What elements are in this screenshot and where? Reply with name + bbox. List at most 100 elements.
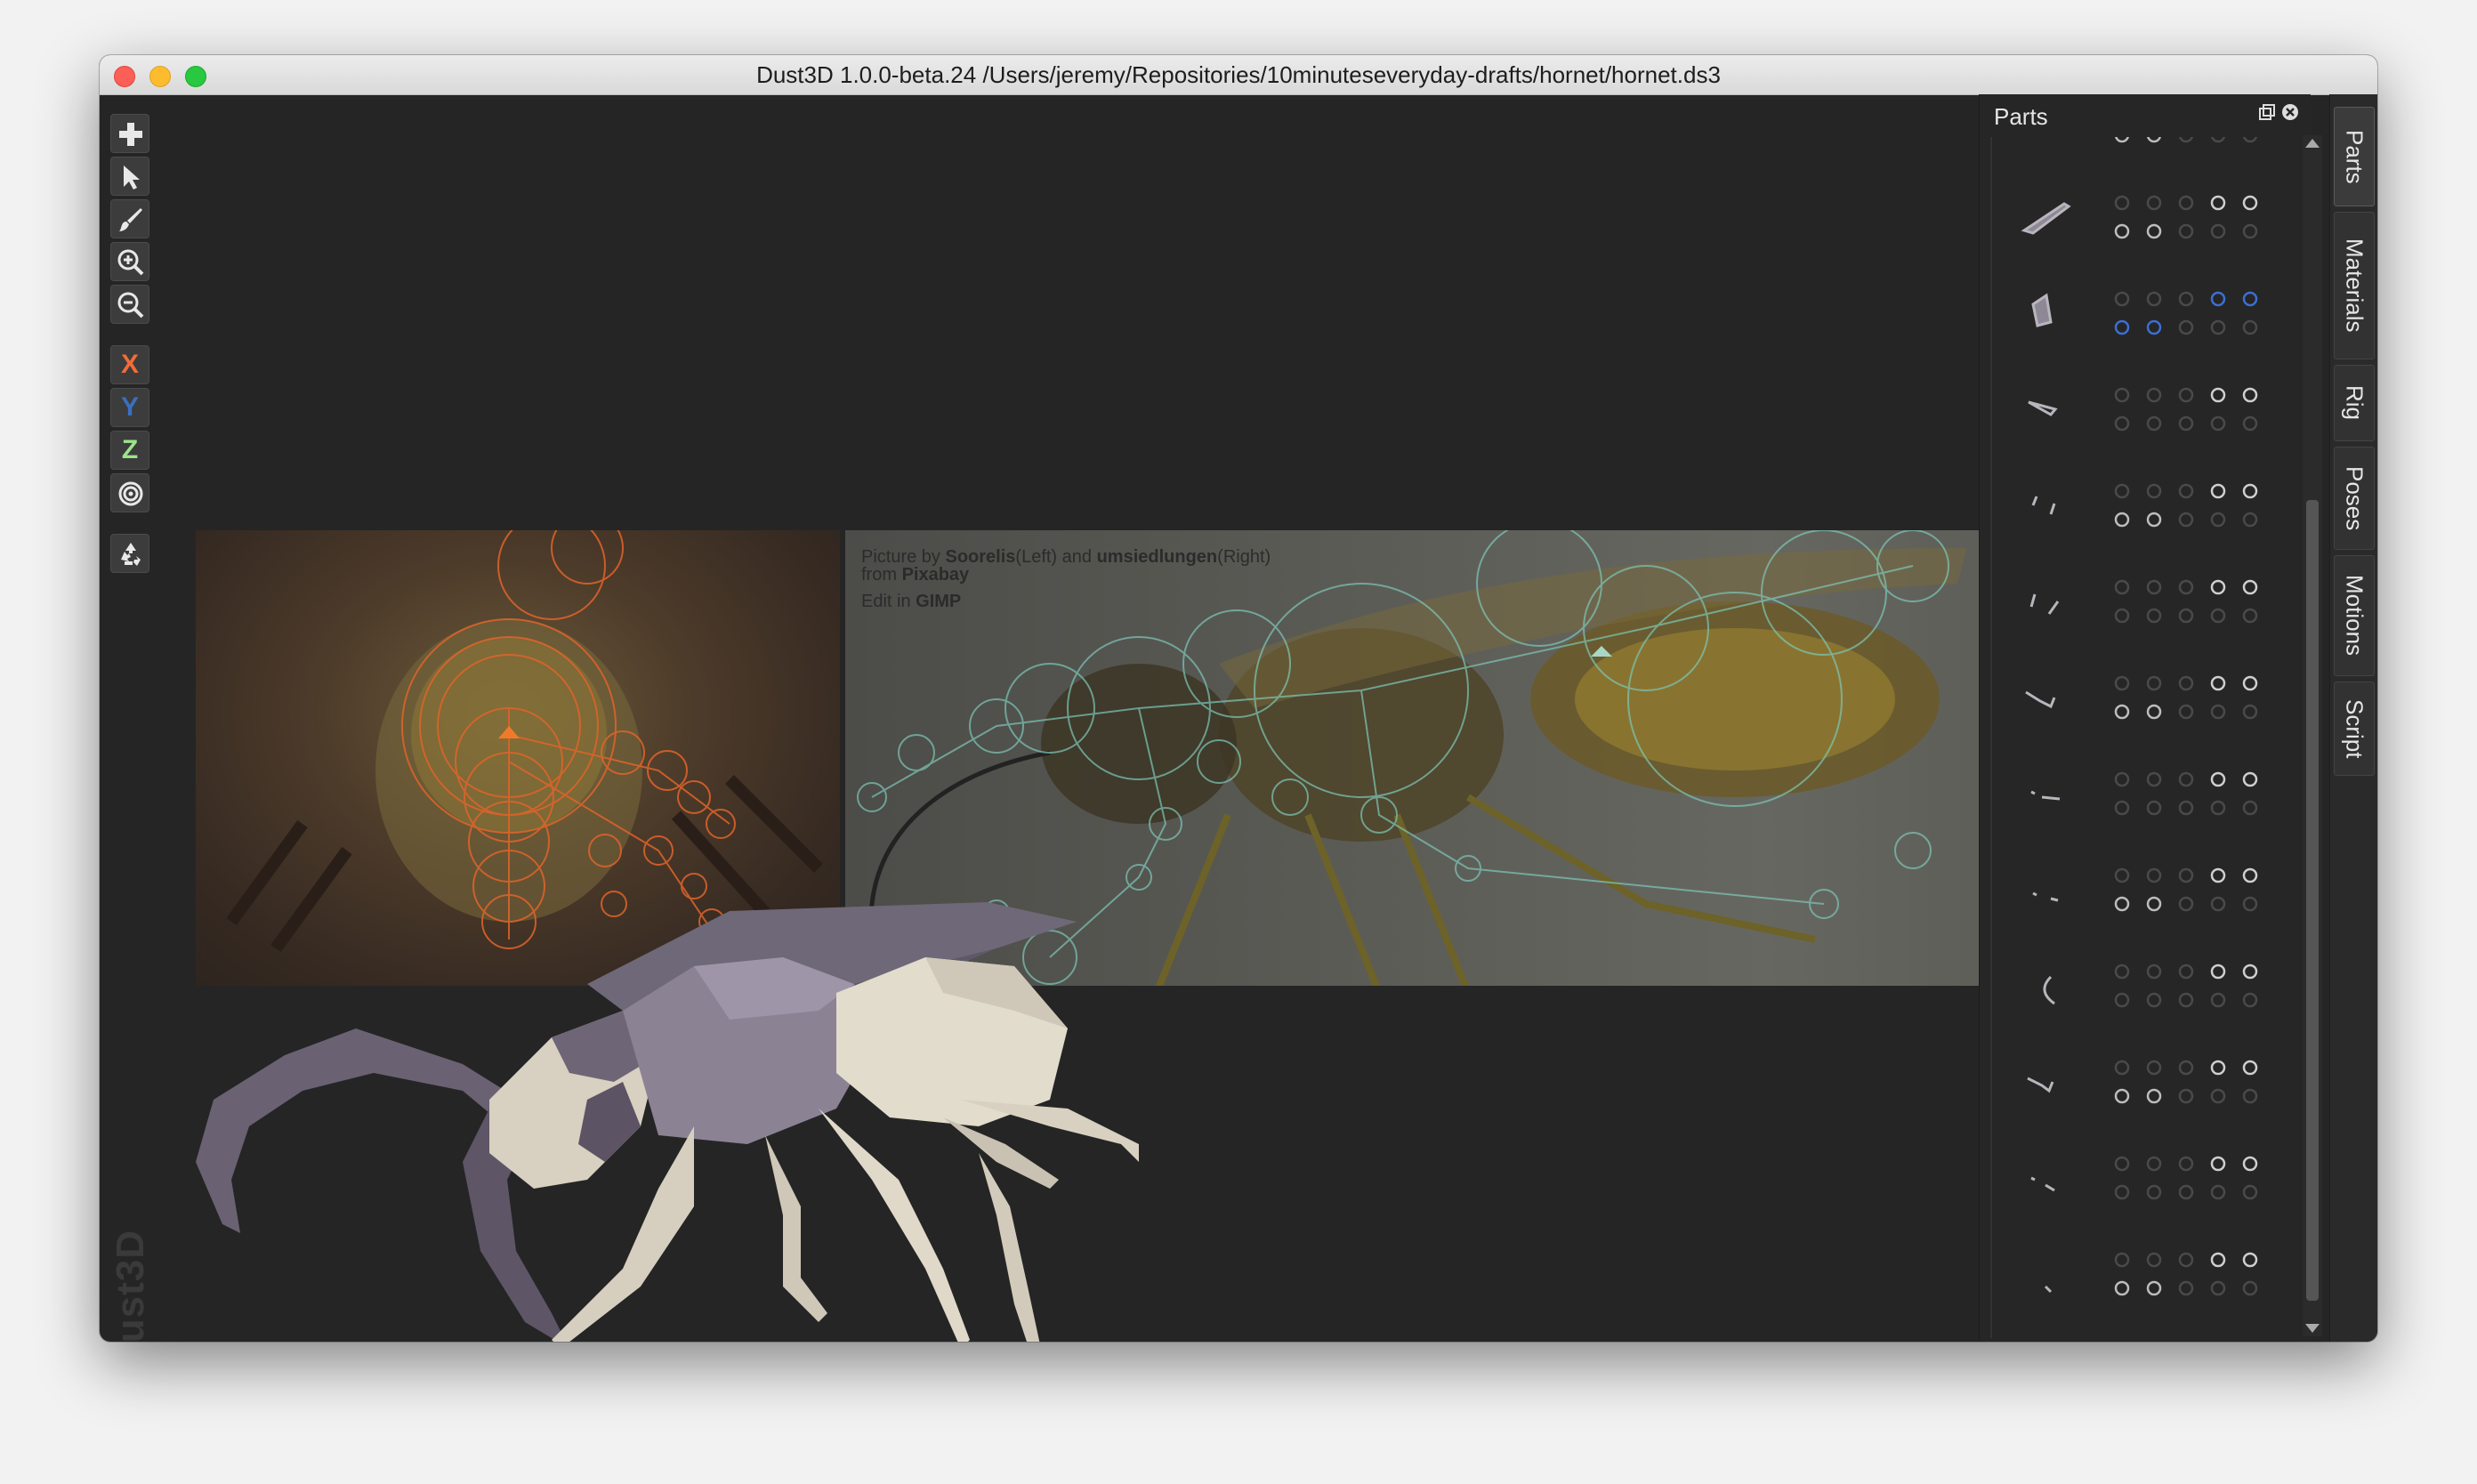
rotate-icon[interactable] [2209,415,2227,432]
rotate-icon[interactable] [2209,895,2227,913]
color-picker-icon[interactable] [2241,770,2259,788]
tab-parts[interactable]: Parts [2334,107,2375,206]
subdivide-icon[interactable] [2113,1087,2131,1105]
magnet-icon[interactable] [2145,703,2163,721]
chamfer-icon[interactable] [2241,703,2259,721]
scroll-down-arrow[interactable] [2305,1324,2320,1333]
part-row[interactable] [2015,178,2282,274]
lock-icon[interactable] [2145,386,2163,404]
zoom-in-button[interactable] [110,242,149,281]
part-row[interactable] [2015,562,2282,658]
color-picker-icon[interactable] [2241,963,2259,980]
magnet-icon[interactable] [2145,137,2163,144]
part-row[interactable] [2015,466,2282,562]
lock-icon[interactable] [2145,770,2163,788]
chamfer-icon[interactable] [2241,319,2259,336]
link-icon[interactable] [2177,674,2195,692]
link-icon[interactable] [2177,482,2195,500]
rotate-icon[interactable] [2209,222,2227,240]
subdivide-icon[interactable] [2113,799,2131,817]
z-axis-lock-button[interactable]: Z [110,431,149,470]
tab-motions[interactable]: Motions [2334,555,2375,676]
link-icon[interactable] [2177,578,2195,596]
radial-lock-button[interactable] [110,473,149,512]
balance-icon[interactable] [2209,770,2227,788]
lock-icon[interactable] [2145,194,2163,212]
link-icon[interactable] [2177,1155,2195,1173]
visible-icon[interactable] [2113,386,2131,404]
link-icon[interactable] [2177,867,2195,884]
float-window-button[interactable] [2257,103,2277,123]
visible-icon[interactable] [2113,867,2131,884]
color-picker-icon[interactable] [2241,867,2259,884]
magnet-icon[interactable] [2145,415,2163,432]
balance-icon[interactable] [2209,290,2227,308]
color-picker-icon[interactable] [2241,290,2259,308]
balance-icon[interactable] [2209,1155,2227,1173]
lock-icon[interactable] [2145,867,2163,884]
visible-icon[interactable] [2113,1155,2131,1173]
balance-icon[interactable] [2209,963,2227,980]
color-picker-icon[interactable] [2241,578,2259,596]
balance-icon[interactable] [2209,194,2227,212]
paint-tool-button[interactable] [110,199,149,238]
chamfer-icon[interactable] [2241,799,2259,817]
balance-icon[interactable] [2209,867,2227,884]
part-row[interactable] [2015,947,2282,1043]
lock-icon[interactable] [2145,674,2163,692]
subdivide-icon[interactable] [2113,1279,2131,1297]
tab-rig[interactable]: Rig [2334,365,2375,441]
link-icon[interactable] [2177,1059,2195,1077]
chamfer-icon[interactable] [2241,222,2259,240]
tab-poses[interactable]: Poses [2334,447,2375,550]
chamfer-icon[interactable] [2241,1183,2259,1201]
subdivide-icon[interactable] [2113,991,2131,1009]
magnet-icon[interactable] [2145,1087,2163,1105]
color-picker-icon[interactable] [2241,386,2259,404]
scissors-icon[interactable] [2177,1279,2195,1297]
part-row[interactable] [2015,754,2282,851]
subdivide-icon[interactable] [2113,607,2131,625]
scissors-icon[interactable] [2177,895,2195,913]
chamfer-icon[interactable] [2241,991,2259,1009]
part-row[interactable] [2015,1043,2282,1139]
magnet-icon[interactable] [2145,511,2163,528]
color-picker-icon[interactable] [2241,194,2259,212]
tab-script[interactable]: Script [2334,682,2375,776]
color-picker-icon[interactable] [2241,1251,2259,1269]
lock-icon[interactable] [2145,578,2163,596]
regenerate-button[interactable] [110,534,149,573]
chamfer-icon[interactable] [2241,137,2259,144]
balance-icon[interactable] [2209,1059,2227,1077]
magnet-icon[interactable] [2145,1279,2163,1297]
magnet-icon[interactable] [2145,895,2163,913]
link-icon[interactable] [2177,1251,2195,1269]
color-picker-icon[interactable] [2241,1155,2259,1173]
chamfer-icon[interactable] [2241,1087,2259,1105]
rotate-icon[interactable] [2209,703,2227,721]
scroll-up-arrow[interactable] [2305,139,2320,148]
rotate-icon[interactable] [2209,799,2227,817]
subdivide-icon[interactable] [2113,222,2131,240]
link-icon[interactable] [2177,963,2195,980]
scissors-icon[interactable] [2177,607,2195,625]
scissors-icon[interactable] [2177,1183,2195,1201]
magnet-icon[interactable] [2145,991,2163,1009]
subdivide-icon[interactable] [2113,319,2131,336]
link-icon[interactable] [2177,386,2195,404]
color-picker-icon[interactable] [2241,482,2259,500]
color-picker-icon[interactable] [2241,674,2259,692]
visible-icon[interactable] [2113,1251,2131,1269]
select-tool-button[interactable] [110,157,149,196]
visible-icon[interactable] [2113,482,2131,500]
tab-materials[interactable]: Materials [2334,212,2375,359]
chamfer-icon[interactable] [2241,895,2259,913]
subdivide-icon[interactable] [2113,895,2131,913]
scissors-icon[interactable] [2177,799,2195,817]
magnet-icon[interactable] [2145,319,2163,336]
balance-icon[interactable] [2209,386,2227,404]
link-icon[interactable] [2177,770,2195,788]
add-tool-button[interactable] [110,114,149,153]
rotate-icon[interactable] [2209,137,2227,144]
balance-icon[interactable] [2209,1251,2227,1269]
